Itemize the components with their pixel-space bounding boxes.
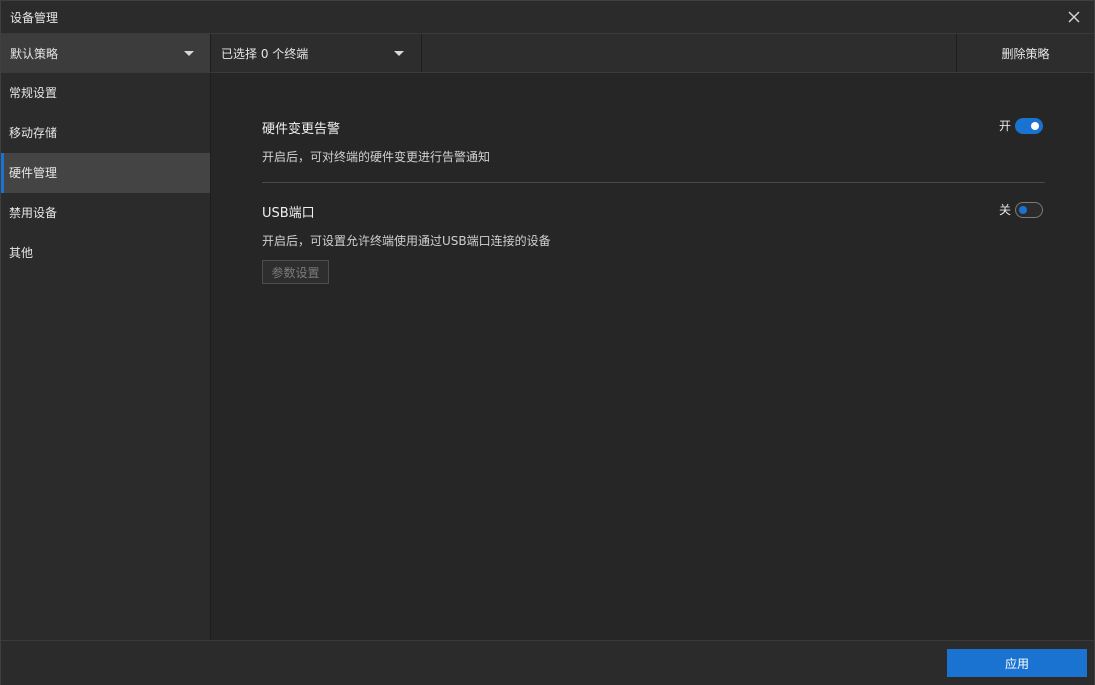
sidebar-item-label: 禁用设备 <box>9 206 58 220</box>
caret-down-icon <box>394 51 404 56</box>
title-bar: 设备管理 <box>1 1 1094 34</box>
sidebar-item-other[interactable]: 其他 <box>1 233 210 273</box>
toggle-state-label: 开 <box>998 119 1011 133</box>
sidebar-item-hardware-management[interactable]: 硬件管理 <box>1 153 210 193</box>
delete-policy-label: 删除策略 <box>1001 46 1050 61</box>
apply-button-label: 应用 <box>1004 656 1029 671</box>
usb-port-toggle[interactable] <box>1015 201 1043 218</box>
usb-port-toggle-group: 关 <box>999 201 1043 218</box>
delete-policy-button[interactable]: 删除策略 <box>956 34 1094 72</box>
footer: 应用 <box>1 640 1094 685</box>
hardware-alert-toggle-group: 开 <box>999 117 1043 134</box>
sidebar-item-label: 移动存储 <box>9 126 58 140</box>
toggle-knob <box>1019 205 1027 214</box>
device-management-window: 设备管理 默认策略 已选择 0 个终端 删除策略 常规设置 移动存储 硬件管理 <box>0 0 1095 685</box>
toggle-knob <box>1031 121 1039 130</box>
window-title: 设备管理 <box>10 11 59 25</box>
close-button[interactable] <box>1064 7 1084 27</box>
setting-description: 开启后，可设置允许终端使用通过USB端口连接的设备 <box>262 234 551 248</box>
sidebar: 常规设置 移动存储 硬件管理 禁用设备 其他 <box>1 73 211 640</box>
policy-dropdown[interactable]: 默认策略 <box>1 34 211 72</box>
sidebar-item-general-settings[interactable]: 常规设置 <box>1 73 210 113</box>
sidebar-item-label: 硬件管理 <box>9 166 58 180</box>
setting-description: 开启后，可对终端的硬件变更进行告警通知 <box>262 150 491 164</box>
sidebar-item-label: 其他 <box>9 246 34 260</box>
parameter-settings-button[interactable]: 参数设置 <box>262 260 329 284</box>
terminal-selection-label: 已选择 0 个终端 <box>221 47 309 61</box>
toolbar: 默认策略 已选择 0 个终端 删除策略 <box>1 34 1094 73</box>
settings-panel: 硬件变更告警 开 开启后，可对终端的硬件变更进行告警通知 USB端口 关 开启后… <box>211 73 1094 640</box>
toggle-state-label: 关 <box>998 203 1011 217</box>
parameter-settings-label: 参数设置 <box>271 265 320 280</box>
close-icon <box>1068 11 1080 23</box>
setting-title: 硬件变更告警 <box>262 122 341 137</box>
sidebar-item-label: 常规设置 <box>9 86 58 100</box>
terminal-selection-dropdown[interactable]: 已选择 0 个终端 <box>211 34 422 72</box>
sidebar-item-removable-storage[interactable]: 移动存储 <box>1 113 210 153</box>
caret-down-icon <box>184 51 194 56</box>
sidebar-item-disabled-devices[interactable]: 禁用设备 <box>1 193 210 233</box>
hardware-alert-toggle[interactable] <box>1015 117 1043 134</box>
setting-title: USB端口 <box>262 206 315 221</box>
apply-button[interactable]: 应用 <box>947 649 1087 677</box>
policy-dropdown-label: 默认策略 <box>10 47 59 61</box>
divider <box>262 182 1045 183</box>
